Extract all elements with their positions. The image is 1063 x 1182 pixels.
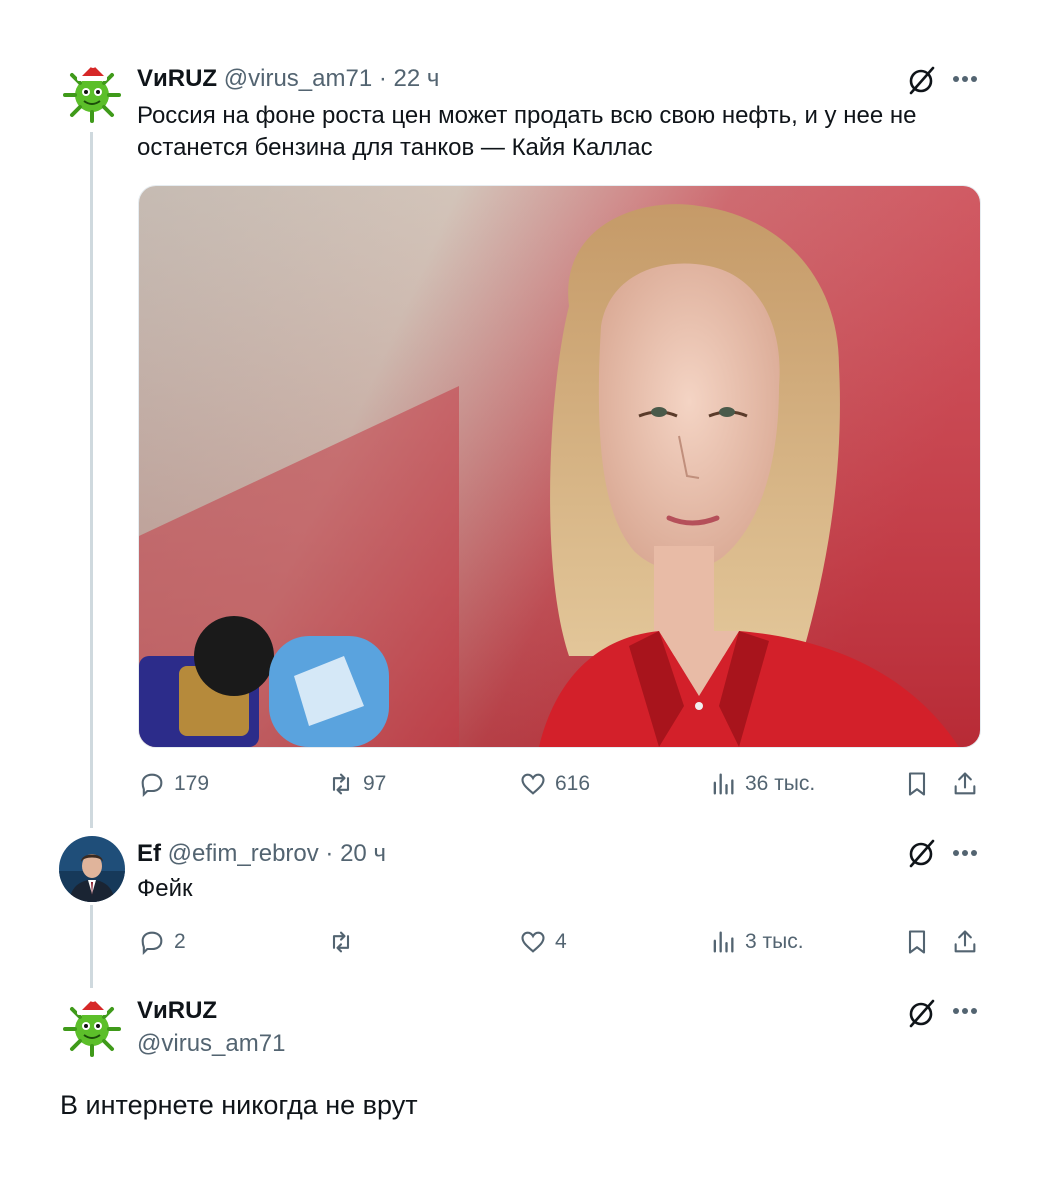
- timestamp[interactable]: · 20 ч: [325, 840, 386, 867]
- repost-button[interactable]: 97: [327, 767, 386, 801]
- timestamp[interactable]: · 22 ч: [379, 65, 440, 92]
- tweet-photo[interactable]: [138, 185, 981, 748]
- repost-icon: [332, 773, 350, 795]
- author-name[interactable]: VиRUZ: [137, 65, 217, 92]
- bookmark-button[interactable]: [903, 767, 931, 801]
- views-count: 36 тыс.: [745, 772, 816, 795]
- avatar[interactable]: [59, 836, 125, 902]
- views-icon: [713, 773, 734, 795]
- author-name[interactable]: VиRUZ: [137, 997, 217, 1025]
- thread-line: [90, 905, 93, 988]
- like-button[interactable]: 4: [519, 925, 567, 959]
- tweet-text: Фейк: [137, 875, 193, 902]
- tweet-header: VиRUZ @virus_am71 · 22 ч: [137, 65, 439, 93]
- tweet-header: Ef @efim_rebrov · 20 ч: [137, 840, 386, 868]
- like-count: 4: [555, 930, 567, 953]
- bookmark-icon: [908, 930, 926, 954]
- tweet-text-line: Россия на фоне роста цен может продать в…: [137, 102, 917, 129]
- views-button[interactable]: 36 тыс.: [709, 767, 815, 801]
- reply-button[interactable]: 2: [138, 925, 186, 959]
- avatar[interactable]: [59, 59, 125, 125]
- grok-icon[interactable]: [905, 63, 939, 97]
- reply-count: 2: [174, 930, 186, 953]
- repost-icon: [332, 931, 350, 953]
- bookmark-icon: [908, 772, 926, 796]
- views-icon: [713, 931, 734, 953]
- tweet-text: Россия на фоне роста цен может продать в…: [137, 100, 957, 164]
- tweet-text-line: останется бензина для танков — Кайя Калл…: [137, 134, 653, 161]
- reply-button[interactable]: 179: [138, 767, 209, 801]
- share-button[interactable]: [951, 767, 979, 801]
- like-icon: [521, 931, 545, 953]
- avatar[interactable]: [59, 993, 125, 1059]
- views-button[interactable]: 3 тыс.: [709, 925, 804, 959]
- author-handle[interactable]: @efim_rebrov: [168, 840, 319, 867]
- grok-icon[interactable]: [905, 996, 939, 1030]
- author-handle[interactable]: @virus_am71: [224, 65, 372, 92]
- bookmark-button[interactable]: [903, 925, 931, 959]
- more-icon[interactable]: [948, 843, 982, 863]
- more-icon[interactable]: [948, 69, 982, 89]
- repost-button[interactable]: [327, 925, 363, 959]
- reply-icon: [141, 773, 163, 798]
- author-handle[interactable]: @virus_am71: [137, 1030, 285, 1058]
- repost-count: 97: [363, 772, 387, 795]
- tweet-text: В интернете никогда не врут: [60, 1090, 418, 1120]
- thread-line: [90, 132, 93, 828]
- like-count: 616: [555, 772, 591, 795]
- reply-icon: [141, 931, 163, 956]
- views-count: 3 тыс.: [745, 930, 804, 953]
- author-name[interactable]: Ef: [137, 840, 161, 867]
- share-button[interactable]: [951, 925, 979, 959]
- more-icon[interactable]: [948, 1001, 982, 1021]
- share-icon: [954, 772, 976, 795]
- like-icon: [521, 773, 545, 795]
- like-button[interactable]: 616: [519, 767, 590, 801]
- share-icon: [954, 930, 976, 953]
- reply-count: 179: [174, 772, 210, 795]
- grok-icon[interactable]: [905, 836, 939, 870]
